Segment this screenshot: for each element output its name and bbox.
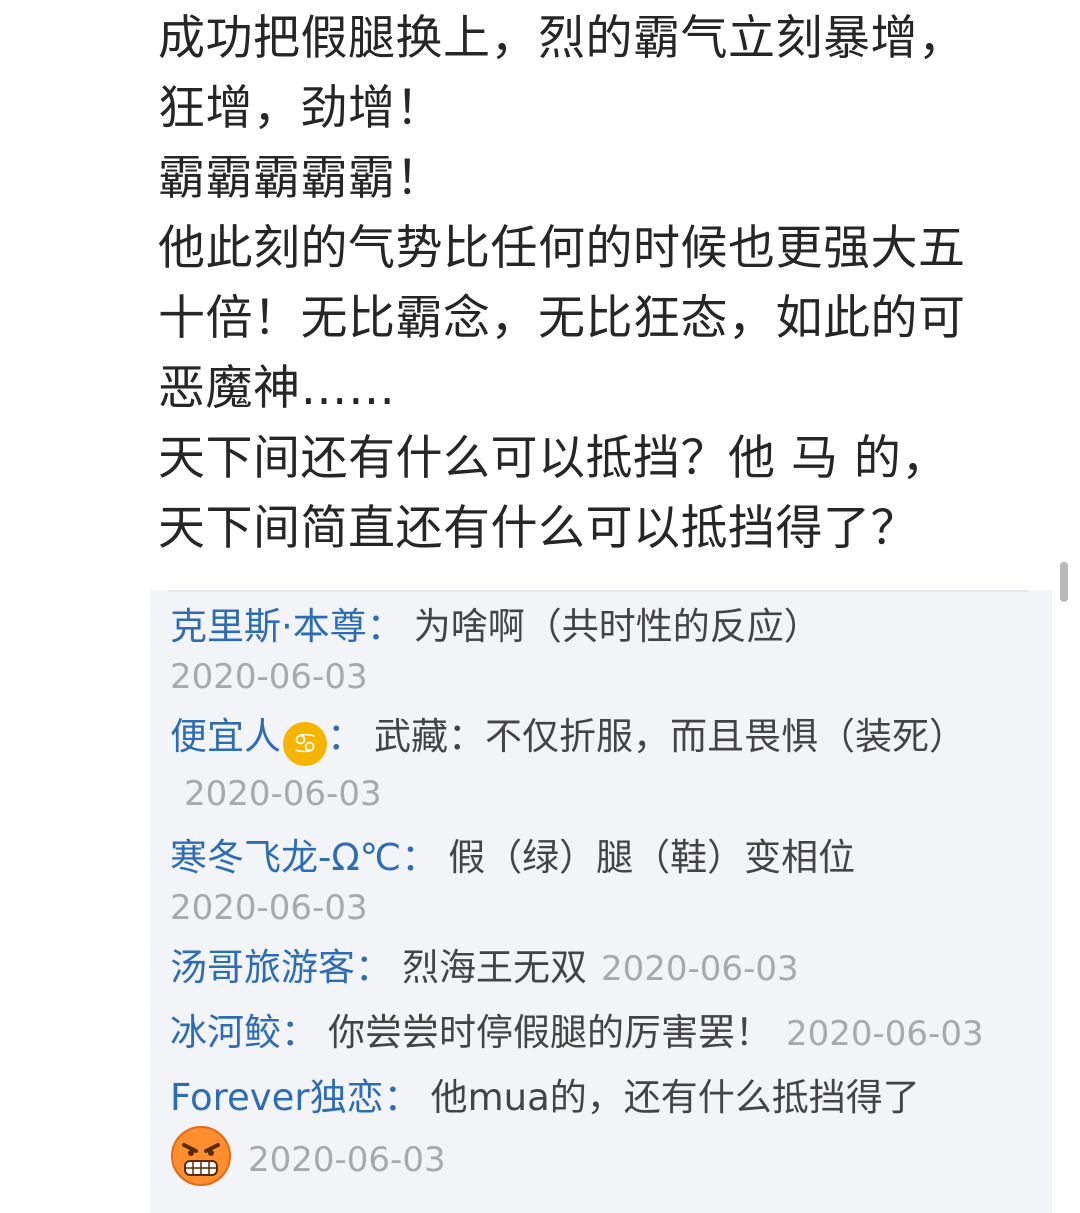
divider (168, 590, 1028, 592)
comment-text: 武藏：不仅折服，而且畏惧（装死） (374, 715, 966, 758)
comment-date: 2020-06-03 (786, 1014, 984, 1054)
scrollbar[interactable] (1060, 562, 1068, 602)
comment-separator: ： (327, 715, 364, 758)
post-line: 天下间还有什么可以抵挡？他 马 的， (158, 431, 949, 486)
comment-username[interactable]: 冰河鲛 (170, 1011, 281, 1054)
comment-username[interactable]: 克里斯·本尊 (170, 605, 367, 648)
post-body: 成功把假腿换上，烈的霸气立刻暴增， 狂增，劲增！ 霸霸霸霸霸！ 他此刻的气势比任… (158, 0, 1038, 564)
comment-text: 你尝尝时停假腿的厉害罢！ (328, 1011, 772, 1054)
comment-item: 便宜人 ♋：武藏：不仅折服，而且畏惧（装死） 2020-06-03 (170, 710, 1030, 821)
comment-separator: ： (401, 836, 439, 879)
comment-separator: ： (383, 1076, 421, 1119)
post-line: 天下间简直还有什么可以抵挡得了？ (158, 501, 918, 556)
post-line: 狂增，劲增！ (158, 81, 443, 136)
comment-date: 2020-06-03 (248, 1140, 446, 1180)
comment-item: 克里斯·本尊： 为啥啊（共时性的反应） 2020-06-03 (170, 600, 1030, 700)
comment-date: 2020-06-03 (170, 657, 368, 697)
comment-date: 2020-06-03 (170, 888, 368, 928)
post-line: 成功把假腿换上，烈的霸气立刻暴增， (158, 11, 966, 66)
comment-text: 他mua的，还有什么抵挡得了 (430, 1076, 920, 1119)
post-line: 恶魔神…… (158, 361, 396, 416)
comment-username[interactable]: 汤哥旅游客 (170, 946, 355, 989)
comment-username[interactable]: 便宜人 (170, 715, 281, 758)
post-line: 霸霸霸霸霸！ (158, 151, 443, 206)
comment-list: 克里斯·本尊： 为啥啊（共时性的反应） 2020-06-03 便宜人 ♋：武藏：不仅… (150, 590, 1052, 1213)
cancer-zodiac-icon: ♋ (283, 722, 327, 766)
comment-text: 为啥啊（共时性的反应） (413, 605, 821, 648)
comment-text: 烈海王无双 (402, 946, 587, 989)
comment-item: 冰河鲛： 你尝尝时停假腿的厉害罢！ 2020-06-03 (170, 1006, 1030, 1061)
comment-date: 2020-06-03 (601, 949, 799, 989)
comment-item: Forever独恋： 他mua的，还有什么抵挡得了 2020-06-03 (170, 1071, 1030, 1187)
comment-separator: ： (355, 946, 392, 989)
comment-item: 汤哥旅游客： 烈海王无双 2020-06-03 (170, 941, 1030, 996)
comment-separator: ： (281, 1011, 318, 1054)
comment-separator: ： (366, 605, 404, 648)
comment-text: 假（绿）腿（鞋）变相位 (448, 836, 856, 879)
comment-date: 2020-06-03 (184, 774, 382, 814)
comment-username[interactable]: Forever独恋 (170, 1076, 384, 1119)
post-line: 十倍！无比霸念，无比狂态，如此的可 (158, 291, 966, 346)
comment-username[interactable]: 寒冬飞龙-Ω℃ (170, 836, 401, 879)
comment-item: 寒冬飞龙-Ω℃： 假（绿）腿（鞋）变相位 2020-06-03 (170, 831, 1030, 931)
angry-face-icon (170, 1125, 232, 1187)
post-line: 他此刻的气势比任何的时候也更强大五 (158, 221, 966, 276)
